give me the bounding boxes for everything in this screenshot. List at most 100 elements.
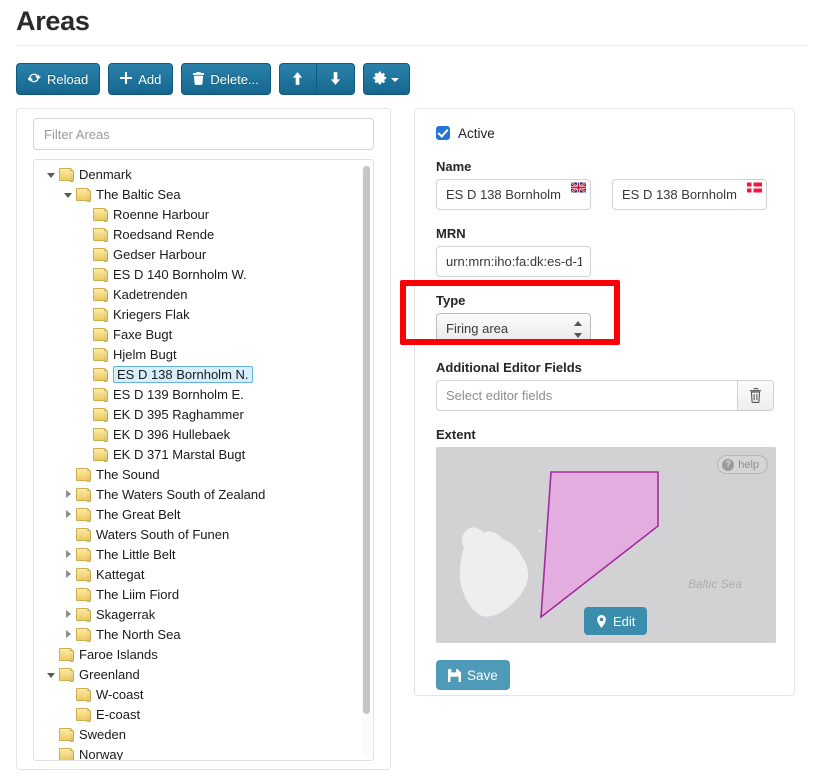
- folder-icon: [92, 287, 108, 302]
- tree-item[interactable]: Norway: [34, 744, 373, 760]
- tree-collapse-icon[interactable]: [61, 570, 75, 578]
- reload-button[interactable]: Reload: [16, 63, 101, 95]
- mrn-input[interactable]: [436, 246, 591, 277]
- tree-item[interactable]: Faroe Islands: [34, 644, 373, 664]
- tree-expand-icon[interactable]: [61, 191, 75, 198]
- folder-icon: [58, 727, 74, 742]
- name-da-input[interactable]: [612, 179, 767, 210]
- chevron-down-icon: [391, 78, 400, 82]
- additional-editor-fields-label: Additional Editor Fields: [436, 360, 582, 375]
- tree-expand-icon[interactable]: [44, 171, 58, 178]
- tree-item-label: W-coast: [96, 686, 144, 702]
- tree-item[interactable]: EK D 371 Marstal Bugt: [34, 444, 373, 464]
- tree-item-label: The Sound: [96, 466, 160, 482]
- clear-editor-fields-button[interactable]: [737, 380, 774, 411]
- mrn-field: [436, 246, 780, 277]
- tree-item[interactable]: Gedser Harbour: [34, 244, 373, 264]
- tree-collapse-icon[interactable]: [61, 490, 75, 498]
- tree-item[interactable]: Greenland: [34, 664, 373, 684]
- tree-item[interactable]: Kattegat: [34, 564, 373, 584]
- tree-item[interactable]: Kadetrenden: [34, 284, 373, 304]
- tree-item[interactable]: The Liim Fiord: [34, 584, 373, 604]
- active-checkbox[interactable]: [436, 126, 450, 140]
- tree-item-label: Gedser Harbour: [113, 246, 207, 262]
- additional-editor-fields-input[interactable]: [436, 380, 737, 411]
- tree-item[interactable]: Roedsand Rende: [34, 224, 373, 244]
- map-edit-button[interactable]: Edit: [584, 607, 648, 635]
- tree-collapse-icon[interactable]: [61, 550, 75, 558]
- map-pin-icon: [597, 614, 606, 628]
- move-down-button[interactable]: [316, 63, 355, 95]
- settings-menu-button[interactable]: [362, 63, 410, 95]
- tree-item[interactable]: Faxe Bugt: [34, 324, 373, 344]
- tree-item-label: Kadetrenden: [113, 286, 188, 302]
- add-button-label: Add: [138, 71, 162, 87]
- extent-map[interactable]: ? help Baltic Sea Edit: [436, 447, 776, 643]
- tree-item[interactable]: Waters South of Funen: [34, 524, 373, 544]
- folder-icon: [75, 627, 91, 642]
- delete-button[interactable]: Delete...: [181, 63, 271, 95]
- reload-icon: [26, 72, 42, 87]
- tree-item-label: Kriegers Flak: [113, 306, 190, 322]
- tree-scrollbar[interactable]: [362, 164, 371, 756]
- filter-areas-input[interactable]: [33, 118, 374, 150]
- add-button[interactable]: Add: [108, 63, 174, 95]
- tree-item[interactable]: Denmark: [34, 164, 373, 184]
- tree-item[interactable]: Roenne Harbour: [34, 204, 373, 224]
- tree-item-label: Waters South of Funen: [96, 526, 230, 542]
- tree-item[interactable]: The North Sea: [34, 624, 373, 644]
- tree-item[interactable]: ES D 138 Bornholm N.: [34, 364, 373, 384]
- page-title: Areas: [16, 6, 90, 36]
- tree-item-label: E-coast: [96, 706, 141, 722]
- tree-item-label: ES D 139 Bornholm E.: [113, 386, 244, 402]
- tree-item[interactable]: Kriegers Flak: [34, 304, 373, 324]
- type-select-value: Firing area: [446, 321, 509, 336]
- tree-item[interactable]: The Little Belt: [34, 544, 373, 564]
- tree-collapse-icon[interactable]: [61, 630, 75, 638]
- tree-item[interactable]: The Sound: [34, 464, 373, 484]
- tree-item[interactable]: Skagerrak: [34, 604, 373, 624]
- tree-item-label: The Little Belt: [96, 546, 176, 562]
- additional-editor-fields-row: [436, 380, 774, 411]
- tree-item-label: The North Sea: [96, 626, 181, 642]
- tree-item[interactable]: E-coast: [34, 704, 373, 724]
- map-help-button[interactable]: ? help: [717, 455, 768, 474]
- save-button[interactable]: Save: [436, 660, 510, 690]
- tree-item-label: ES D 138 Bornholm N.: [113, 365, 253, 383]
- tree-collapse-icon[interactable]: [61, 610, 75, 618]
- tree-collapse-icon[interactable]: [61, 510, 75, 518]
- tree-item-label: Sweden: [79, 726, 126, 742]
- tree-item[interactable]: W-coast: [34, 684, 373, 704]
- move-up-button[interactable]: [278, 63, 317, 95]
- arrow-up-icon: [292, 71, 303, 87]
- name-da-wrap: [612, 179, 767, 210]
- save-button-label: Save: [467, 667, 498, 683]
- tree-item-label: Norway: [79, 746, 124, 761]
- tree-item-label: ES D 140 Bornholm W.: [113, 266, 247, 282]
- tree-item[interactable]: EK D 395 Raghammer: [34, 404, 373, 424]
- folder-icon: [92, 207, 108, 222]
- map-edit-label: Edit: [613, 613, 636, 629]
- folder-icon: [75, 467, 91, 482]
- areas-tree-list: Denmark The Baltic Sea Roenne Harbour Roeds…: [34, 160, 373, 760]
- tree-expand-icon[interactable]: [44, 671, 58, 678]
- tree-item-label: The Liim Fiord: [96, 586, 180, 602]
- tree-scrollbar-thumb[interactable]: [363, 166, 370, 714]
- folder-icon: [92, 307, 108, 322]
- tree-item[interactable]: The Great Belt: [34, 504, 373, 524]
- tree-item[interactable]: ES D 140 Bornholm W.: [34, 264, 373, 284]
- tree-item[interactable]: The Baltic Sea: [34, 184, 373, 204]
- tree-item[interactable]: Sweden: [34, 724, 373, 744]
- tree-item[interactable]: EK D 396 Hullebaek: [34, 424, 373, 444]
- tree-item-label: Hjelm Bugt: [113, 346, 177, 362]
- tree-item[interactable]: Hjelm Bugt: [34, 344, 373, 364]
- folder-icon: [75, 547, 91, 562]
- folder-icon: [92, 427, 108, 442]
- name-label: Name: [436, 159, 472, 174]
- type-select[interactable]: Firing area: [436, 313, 591, 344]
- tree-item[interactable]: ES D 139 Bornholm E.: [34, 384, 373, 404]
- name-en-input[interactable]: [436, 179, 591, 210]
- tree-item-label: Greenland: [79, 666, 140, 682]
- tree-item[interactable]: The Waters South of Zealand: [34, 484, 373, 504]
- folder-icon: [58, 747, 74, 760]
